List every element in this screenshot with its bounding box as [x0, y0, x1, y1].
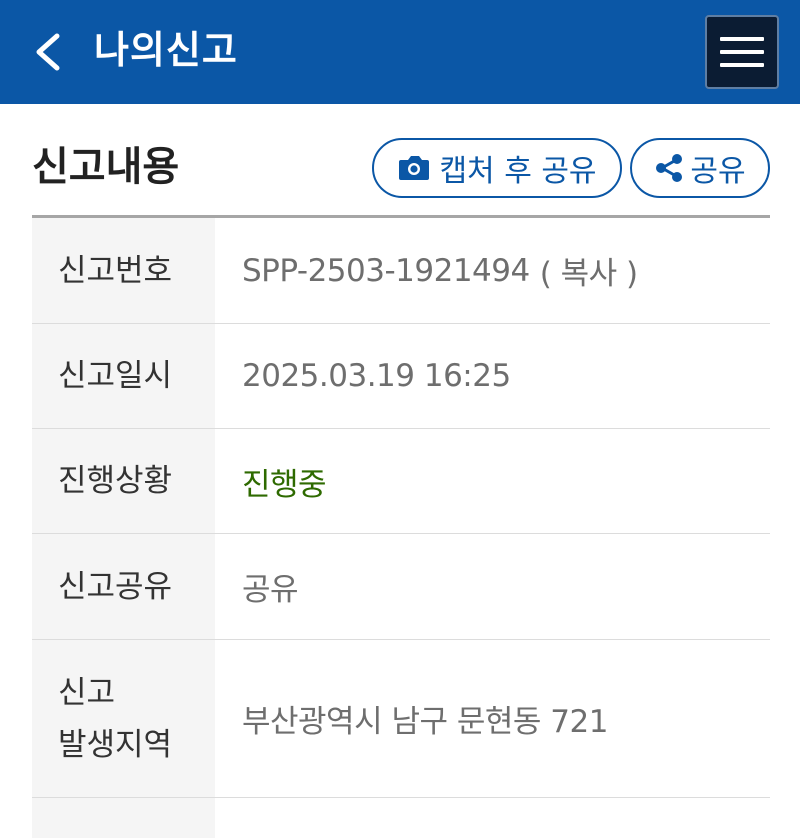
share-icon [656, 154, 683, 182]
row-label: 신고번호 [32, 218, 215, 323]
share-value: 공유 [242, 572, 299, 608]
share-label: 공유 [690, 154, 746, 189]
row-label-line1: 신고 [58, 674, 116, 711]
section-title: 신고내용 [32, 144, 180, 190]
section-header: 신고내용 캡처 후 공유 공유 [32, 132, 770, 216]
hamburger-bar [720, 50, 764, 54]
row-label-line2: 발생지역 [58, 726, 173, 763]
page-title: 나의신고 [94, 28, 238, 72]
hamburger-bar [720, 63, 764, 67]
report-datetime: 2025.03.19 16:25 [242, 358, 511, 394]
row-value: SPP-2503-1921494 ( 복사 ) [215, 218, 770, 323]
row-label-partial [32, 798, 215, 838]
table-row-partial [32, 798, 770, 838]
location-value: 부산광역시 남구 문현동 721 [242, 704, 608, 740]
report-info-table: 신고번호 SPP-2503-1921494 ( 복사 ) 신고일시 2025.0… [32, 218, 770, 838]
capture-share-label: 캡처 후 공유 [439, 154, 597, 189]
table-row-report-datetime: 신고일시 2025.03.19 16:25 [32, 324, 770, 429]
camera-icon [399, 156, 430, 180]
table-row-report-location: 신고 발생지역 부산광역시 남구 문현동 721 [32, 640, 770, 798]
hamburger-menu-icon [720, 37, 764, 41]
capture-share-button[interactable]: 캡처 후 공유 [372, 138, 622, 198]
report-number: SPP-2503-1921494 [242, 252, 530, 289]
row-label: 신고 발생지역 [32, 640, 215, 797]
row-value-partial [215, 798, 770, 838]
table-row-report-share: 신고공유 공유 [32, 534, 770, 640]
row-label: 진행상황 [32, 429, 215, 533]
menu-button[interactable] [705, 15, 779, 89]
row-label: 신고공유 [32, 534, 215, 639]
status-value: 진행중 [242, 466, 327, 503]
copy-button[interactable]: ( 복사 ) [540, 248, 638, 293]
share-button[interactable]: 공유 [630, 138, 770, 198]
row-label: 신고일시 [32, 324, 215, 428]
table-row-report-number: 신고번호 SPP-2503-1921494 ( 복사 ) [32, 218, 770, 324]
back-button[interactable] [18, 22, 78, 82]
table-row-progress-status: 진행상황 진행중 [32, 429, 770, 534]
app-bar: 나의신고 [0, 0, 800, 104]
chevron-left-icon [36, 33, 60, 71]
